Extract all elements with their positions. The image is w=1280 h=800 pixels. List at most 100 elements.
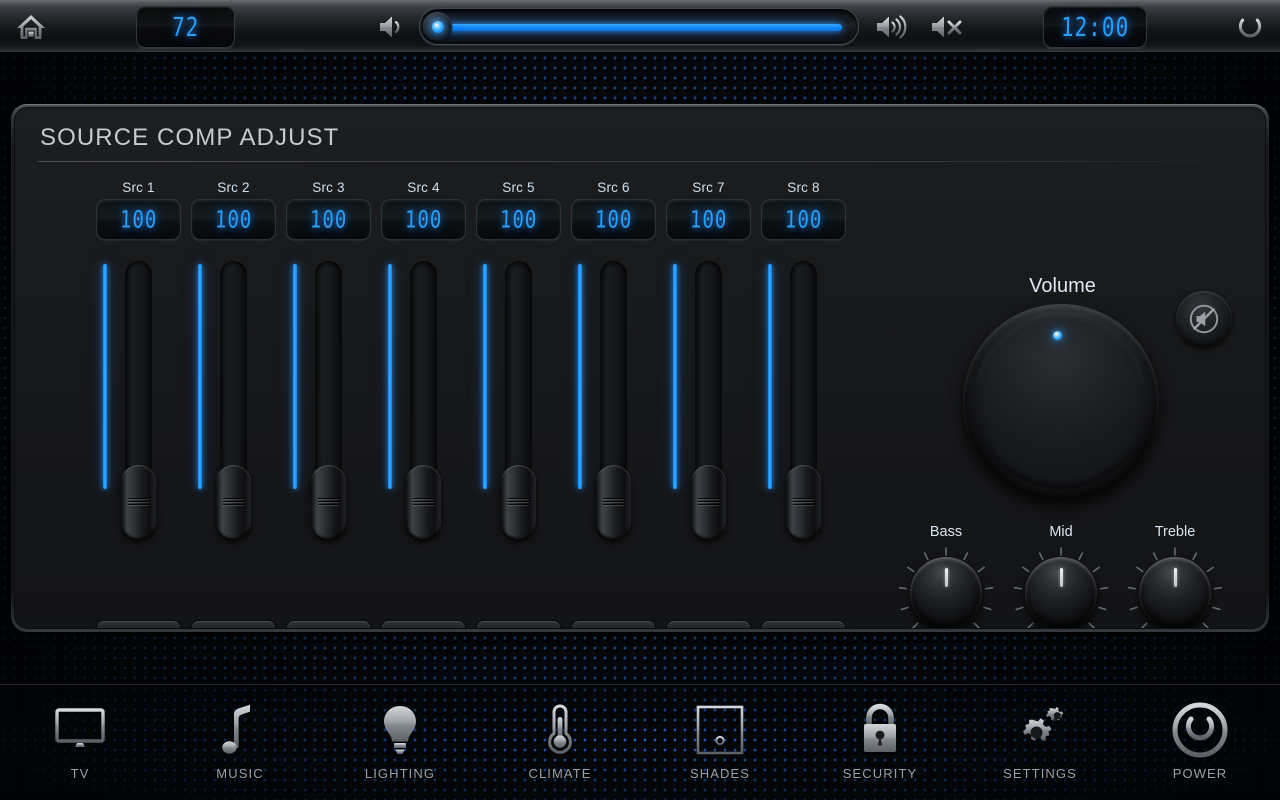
mute-button[interactable] xyxy=(1176,291,1232,347)
nav-label-climate: CLIMATE xyxy=(528,766,591,781)
nav-label-shades: SHADES xyxy=(690,766,750,781)
volume-label: Volume xyxy=(990,275,1135,298)
source-level-fill xyxy=(673,264,677,489)
master-volume-thumb[interactable] xyxy=(423,12,452,41)
source-power-button[interactable] xyxy=(571,620,656,629)
power-circle-icon xyxy=(1172,699,1228,761)
tone-control-mid: Mid xyxy=(1011,524,1111,629)
source-value: 100 xyxy=(119,206,157,234)
source-power-button[interactable] xyxy=(476,620,561,629)
nav-label-music: MUSIC xyxy=(216,766,263,781)
source-label: Src 8 xyxy=(756,180,851,195)
source-level-fill xyxy=(388,264,392,489)
source-power-button[interactable] xyxy=(666,620,751,629)
treble-knob[interactable] xyxy=(1139,557,1211,629)
volume-knob[interactable] xyxy=(963,304,1159,500)
nav-item-security[interactable]: SECURITY xyxy=(800,685,960,800)
source-value-display[interactable]: 100 xyxy=(286,199,371,240)
source-level-thumb[interactable] xyxy=(786,465,821,539)
source-label: Src 1 xyxy=(91,180,186,195)
nav-item-music[interactable]: MUSIC xyxy=(160,685,320,800)
source-level-thumb[interactable] xyxy=(121,465,156,539)
tone-control-bass: Bass xyxy=(896,524,996,629)
source-level-thumb[interactable] xyxy=(406,465,441,539)
master-volume-fill xyxy=(444,24,842,31)
source-value-display[interactable]: 100 xyxy=(571,199,656,240)
source-level-thumb[interactable] xyxy=(216,465,251,539)
source-value: 100 xyxy=(689,206,727,234)
window-blinds-icon xyxy=(694,699,746,761)
title-divider xyxy=(38,161,1246,162)
speaker-high-icon[interactable] xyxy=(870,0,914,53)
nav-item-tv[interactable]: TV xyxy=(0,685,160,800)
source-power-button[interactable] xyxy=(96,620,181,629)
source-value: 100 xyxy=(594,206,632,234)
source-level-fill xyxy=(768,264,772,489)
page-title: SOURCE COMP ADJUST xyxy=(40,124,339,152)
source-value: 100 xyxy=(499,206,537,234)
source-level-thumb[interactable] xyxy=(501,465,536,539)
master-volume-slider[interactable] xyxy=(419,8,859,45)
mid-label: Mid xyxy=(1011,524,1111,540)
nav-label-security: SECURITY xyxy=(843,766,918,781)
source-value-display[interactable]: 100 xyxy=(761,199,846,240)
source-label: Src 7 xyxy=(661,180,756,195)
bottom-navigation: TV MUSIC LIGHTING xyxy=(0,684,1280,800)
bass-knob[interactable] xyxy=(910,557,982,629)
source-value: 100 xyxy=(404,206,442,234)
source-channel: Src 1 100 xyxy=(91,180,186,610)
nav-item-power[interactable]: POWER xyxy=(1120,685,1280,800)
nav-item-shades[interactable]: SHADES xyxy=(640,685,800,800)
source-level-thumb[interactable] xyxy=(311,465,346,539)
source-power-button[interactable] xyxy=(381,620,466,629)
nav-label-power: POWER xyxy=(1173,766,1228,781)
nav-item-climate[interactable]: CLIMATE xyxy=(480,685,640,800)
source-label: Src 4 xyxy=(376,180,471,195)
tone-control-treble: Treble xyxy=(1125,524,1225,629)
source-value: 100 xyxy=(784,206,822,234)
nav-item-lighting[interactable]: LIGHTING xyxy=(320,685,480,800)
source-value: 100 xyxy=(309,206,347,234)
source-power-button[interactable] xyxy=(761,620,846,629)
mid-knob[interactable] xyxy=(1025,557,1097,629)
tv-icon xyxy=(51,699,109,761)
source-label: Src 2 xyxy=(186,180,281,195)
clock-display[interactable]: 12:00 xyxy=(1043,0,1147,53)
source-power-button[interactable] xyxy=(286,620,371,629)
panel-inner: SOURCE COMP ADJUST Src 1 100 Src 2 100 Src 3… xyxy=(14,107,1266,629)
top-bar: 72 xyxy=(0,0,1280,53)
source-value-display[interactable]: 100 xyxy=(96,199,181,240)
speaker-low-icon[interactable] xyxy=(372,0,412,53)
source-level-fill xyxy=(293,264,297,489)
bass-label: Bass xyxy=(896,524,996,540)
home-icon[interactable] xyxy=(6,0,56,53)
source-label: Src 6 xyxy=(566,180,661,195)
source-channel: Src 4 100 xyxy=(376,180,471,610)
power-icon[interactable] xyxy=(1228,0,1272,53)
source-level-fill xyxy=(578,264,582,489)
source-comp-panel: SOURCE COMP ADJUST Src 1 100 Src 2 100 Src 3… xyxy=(11,104,1269,632)
temperature-display[interactable]: 72 xyxy=(136,0,235,53)
source-level-thumb[interactable] xyxy=(596,465,631,539)
thermometer-icon xyxy=(543,699,577,761)
source-value-display[interactable]: 100 xyxy=(666,199,751,240)
padlock-icon xyxy=(858,699,902,761)
volume-knob-indicator xyxy=(1053,331,1062,340)
lightbulb-icon xyxy=(378,699,422,761)
music-note-icon xyxy=(217,699,263,761)
source-channel: Src 8 100 xyxy=(756,180,851,610)
source-label: Src 3 xyxy=(281,180,376,195)
source-channel: Src 7 100 xyxy=(661,180,756,610)
source-value-display[interactable]: 100 xyxy=(381,199,466,240)
source-value-display[interactable]: 100 xyxy=(191,199,276,240)
source-value-display[interactable]: 100 xyxy=(476,199,561,240)
temperature-value: 72 xyxy=(171,12,199,42)
gears-icon xyxy=(1012,699,1068,761)
source-level-thumb[interactable] xyxy=(691,465,726,539)
source-channel: Src 5100 xyxy=(471,180,566,610)
source-channel-list: Src 1100Src 2100Src 3100Src 4100Src 5100… xyxy=(91,180,871,610)
speaker-mute-icon[interactable] xyxy=(925,0,969,53)
source-power-button[interactable] xyxy=(191,620,276,629)
source-level-fill xyxy=(103,264,107,489)
nav-item-settings[interactable]: SETTINGS xyxy=(960,685,1120,800)
